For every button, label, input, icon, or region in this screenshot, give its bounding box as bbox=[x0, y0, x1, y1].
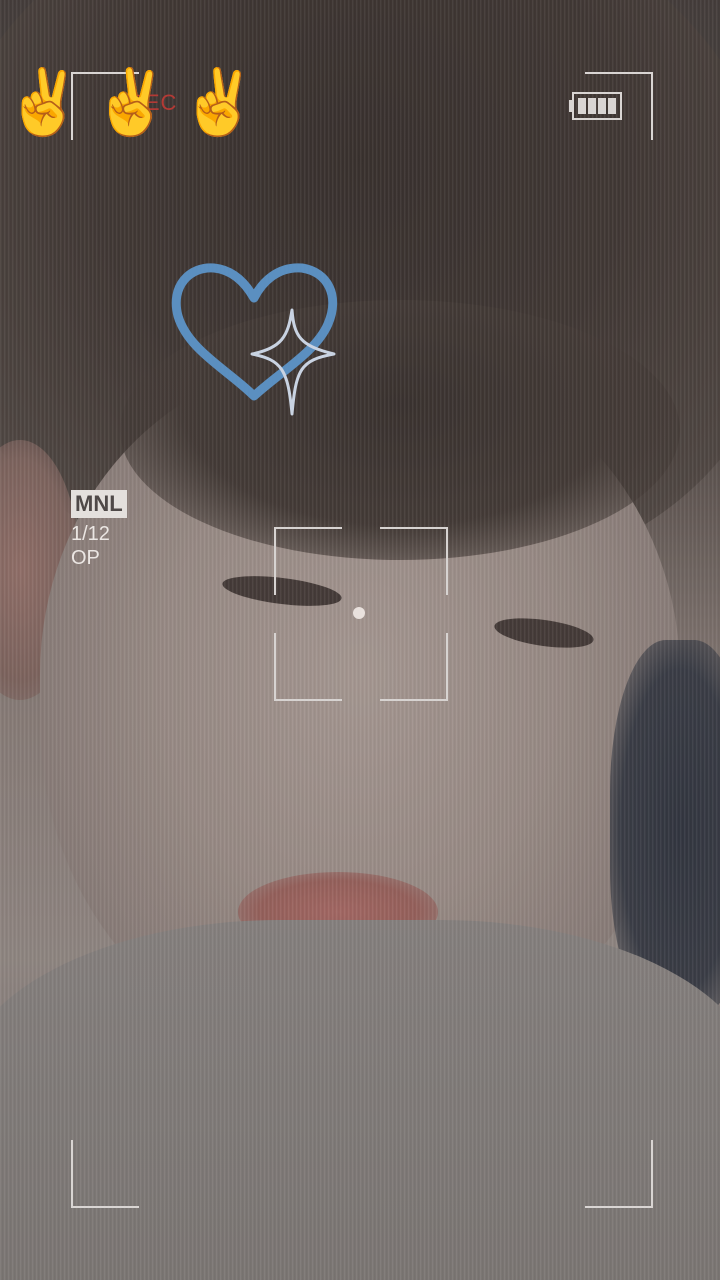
focus-point bbox=[353, 607, 365, 619]
peace-sign-emoji-sticker: ✌️✌️✌️ bbox=[4, 66, 268, 138]
shutter-speed: 1/12 bbox=[71, 523, 110, 545]
mode-badge: MNL bbox=[71, 490, 127, 518]
heart-sparkle-icon bbox=[171, 263, 338, 416]
frame-corner-bottom-right bbox=[585, 1140, 653, 1208]
status-text: OP bbox=[71, 547, 100, 569]
frame-corner-bottom-left bbox=[71, 1140, 139, 1208]
battery-icon bbox=[569, 92, 622, 120]
camera-settings-panel: MNL 1/12 OP bbox=[71, 490, 127, 570]
